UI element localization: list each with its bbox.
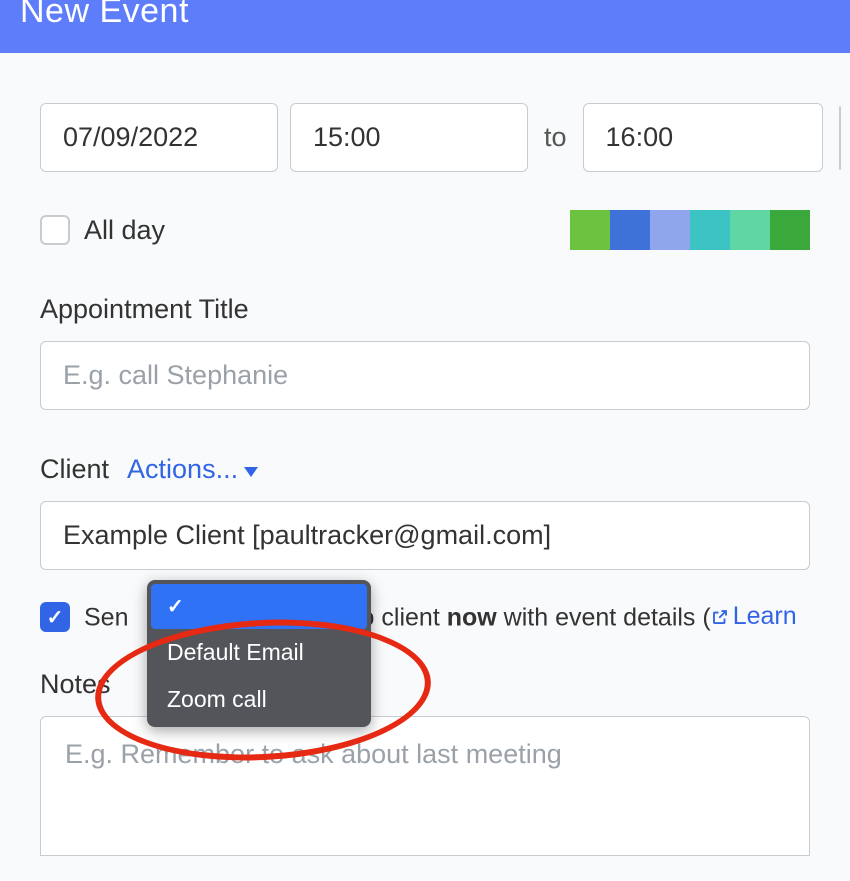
client-label: Client xyxy=(40,454,109,485)
template-dropdown: Default Email Zoom call xyxy=(147,580,371,727)
modal-header: New Event xyxy=(0,0,850,53)
dropdown-item-zoom-call[interactable]: Zoom call xyxy=(151,676,367,723)
notes-textarea[interactable] xyxy=(40,716,810,856)
color-swatch[interactable] xyxy=(730,210,770,250)
date-input[interactable] xyxy=(40,103,278,172)
dropdown-item-default-email[interactable]: Default Email xyxy=(151,629,367,676)
color-swatch[interactable] xyxy=(770,210,810,250)
modal-title: New Event xyxy=(20,0,830,31)
extra-date-input[interactable] xyxy=(839,106,841,170)
allday-row: All day xyxy=(40,210,810,250)
external-link-icon xyxy=(711,608,729,626)
title-input[interactable] xyxy=(40,341,810,410)
to-label: to xyxy=(544,122,567,153)
allday-checkbox[interactable] xyxy=(40,215,70,245)
color-swatch[interactable] xyxy=(650,210,690,250)
dropdown-item-blank[interactable] xyxy=(151,584,367,629)
send-email-checkbox[interactable] xyxy=(40,602,70,632)
color-swatch[interactable] xyxy=(690,210,730,250)
color-swatches xyxy=(570,210,810,250)
title-label: Appointment Title xyxy=(40,294,810,325)
event-form: to All day Appointment Title Client Acti… xyxy=(0,53,850,881)
client-input[interactable] xyxy=(40,501,810,570)
color-swatch[interactable] xyxy=(610,210,650,250)
color-swatch[interactable] xyxy=(570,210,610,250)
client-actions-dropdown[interactable]: Actions... xyxy=(127,454,258,485)
start-time-input[interactable] xyxy=(290,103,528,172)
allday-label: All day xyxy=(84,215,165,246)
learn-more-link[interactable]: Learn xyxy=(711,602,797,631)
client-label-row: Client Actions... xyxy=(40,454,810,485)
datetime-row: to xyxy=(40,103,810,172)
caret-down-icon xyxy=(244,467,258,477)
end-time-input[interactable] xyxy=(583,103,823,172)
